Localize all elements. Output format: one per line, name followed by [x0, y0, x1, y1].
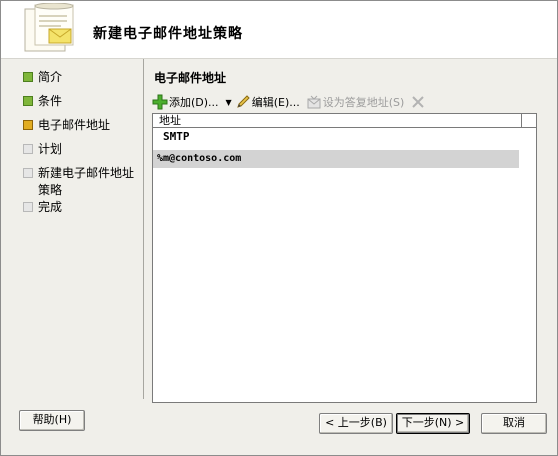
step-schedule: 计划 — [23, 141, 143, 165]
step-label: 新建电子邮件地址策略 — [38, 166, 135, 197]
column-header-address[interactable]: 地址 — [153, 114, 536, 128]
address-list[interactable]: 地址 SMTP %m@contoso.com — [152, 113, 537, 403]
set-reply-label: 设为答复地址(S) — [322, 96, 405, 109]
group-row-smtp[interactable]: SMTP — [153, 128, 536, 146]
back-button[interactable]: < 上一步(B) — [319, 413, 393, 434]
add-dropdown-icon[interactable]: ▼ — [226, 98, 232, 107]
help-button[interactable]: 帮助(H) — [19, 410, 85, 431]
wizard-header: 新建电子邮件地址策略 — [1, 1, 557, 59]
step-label: 电子邮件地址 — [38, 118, 111, 132]
step-label: 条件 — [38, 94, 63, 108]
edit-button[interactable]: 编辑(E)... — [235, 94, 300, 110]
wizard-scroll-icon — [21, 2, 77, 55]
step-complete-icon — [23, 72, 33, 82]
add-label: 添加(D)... — [169, 96, 219, 109]
remove-x-icon — [410, 94, 426, 110]
remove-button[interactable] — [410, 94, 427, 110]
step-conditions: 条件 — [23, 93, 143, 117]
edit-label: 编辑(E)... — [251, 96, 300, 109]
plus-icon — [152, 94, 168, 110]
mail-reply-icon — [306, 94, 322, 110]
wizard-steps: 简介 条件 电子邮件地址 计划 新建电子邮件地址策略 完成 — [23, 69, 143, 223]
step-complete-icon — [23, 96, 33, 106]
step-current-icon — [23, 120, 33, 130]
address-toolbar: 添加(D)... ▼ 编辑(E)... 设为答复地址(S) — [152, 91, 433, 113]
address-row[interactable]: %m@contoso.com — [153, 150, 519, 168]
section-title: 电子邮件地址 — [154, 71, 227, 85]
step-label: 计划 — [38, 142, 63, 156]
add-button[interactable]: 添加(D)... — [152, 94, 219, 110]
set-reply-button[interactable]: 设为答复地址(S) — [306, 94, 405, 110]
step-new-policy: 新建电子邮件地址策略 — [23, 165, 143, 199]
step-pending-icon — [23, 168, 33, 178]
pencil-icon — [235, 94, 251, 110]
column-header-label: 地址 — [159, 114, 181, 127]
step-completion: 完成 — [23, 199, 143, 223]
wizard-title: 新建电子邮件地址策略 — [93, 26, 243, 42]
step-email-addresses: 电子邮件地址 — [23, 117, 143, 141]
next-button[interactable]: 下一步(N) > — [396, 413, 470, 434]
column-splitter[interactable] — [521, 114, 522, 127]
step-label: 简介 — [38, 70, 63, 84]
header-divider — [1, 58, 557, 59]
cancel-button[interactable]: 取消 — [481, 413, 547, 434]
step-pending-icon — [23, 202, 33, 212]
wizard-window: 新建电子邮件地址策略 简介 条件 电子邮件地址 计划 新建电子邮件地址策略 完成… — [0, 0, 558, 456]
step-label: 完成 — [38, 200, 63, 214]
step-intro: 简介 — [23, 69, 143, 93]
nav-divider — [143, 59, 144, 399]
step-pending-icon — [23, 144, 33, 154]
